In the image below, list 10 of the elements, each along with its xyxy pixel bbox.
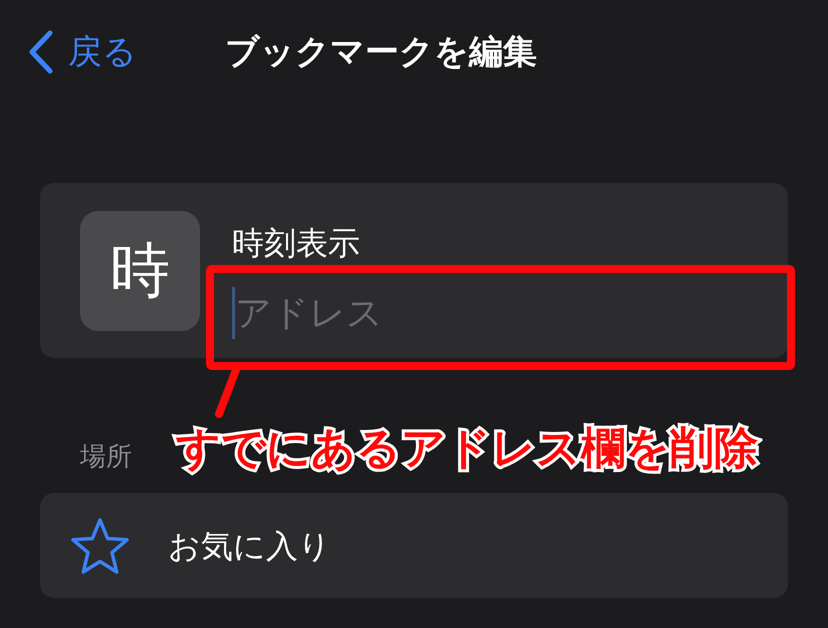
page-title: ブックマークを編集 bbox=[225, 32, 537, 72]
back-button[interactable]: 戻る bbox=[28, 26, 137, 78]
bookmark-icon: 時 bbox=[80, 211, 200, 331]
address-field[interactable]: アドレス bbox=[234, 286, 748, 340]
section-label: 場所 bbox=[80, 440, 132, 473]
annotation-text: すでにあるアドレス欄を削除 bbox=[176, 423, 758, 475]
bookmark-name: 時刻表示 bbox=[232, 224, 361, 263]
chevron-left-icon bbox=[28, 30, 54, 74]
star-icon bbox=[70, 516, 130, 574]
folder-row[interactable]: お気に入り bbox=[40, 493, 788, 598]
